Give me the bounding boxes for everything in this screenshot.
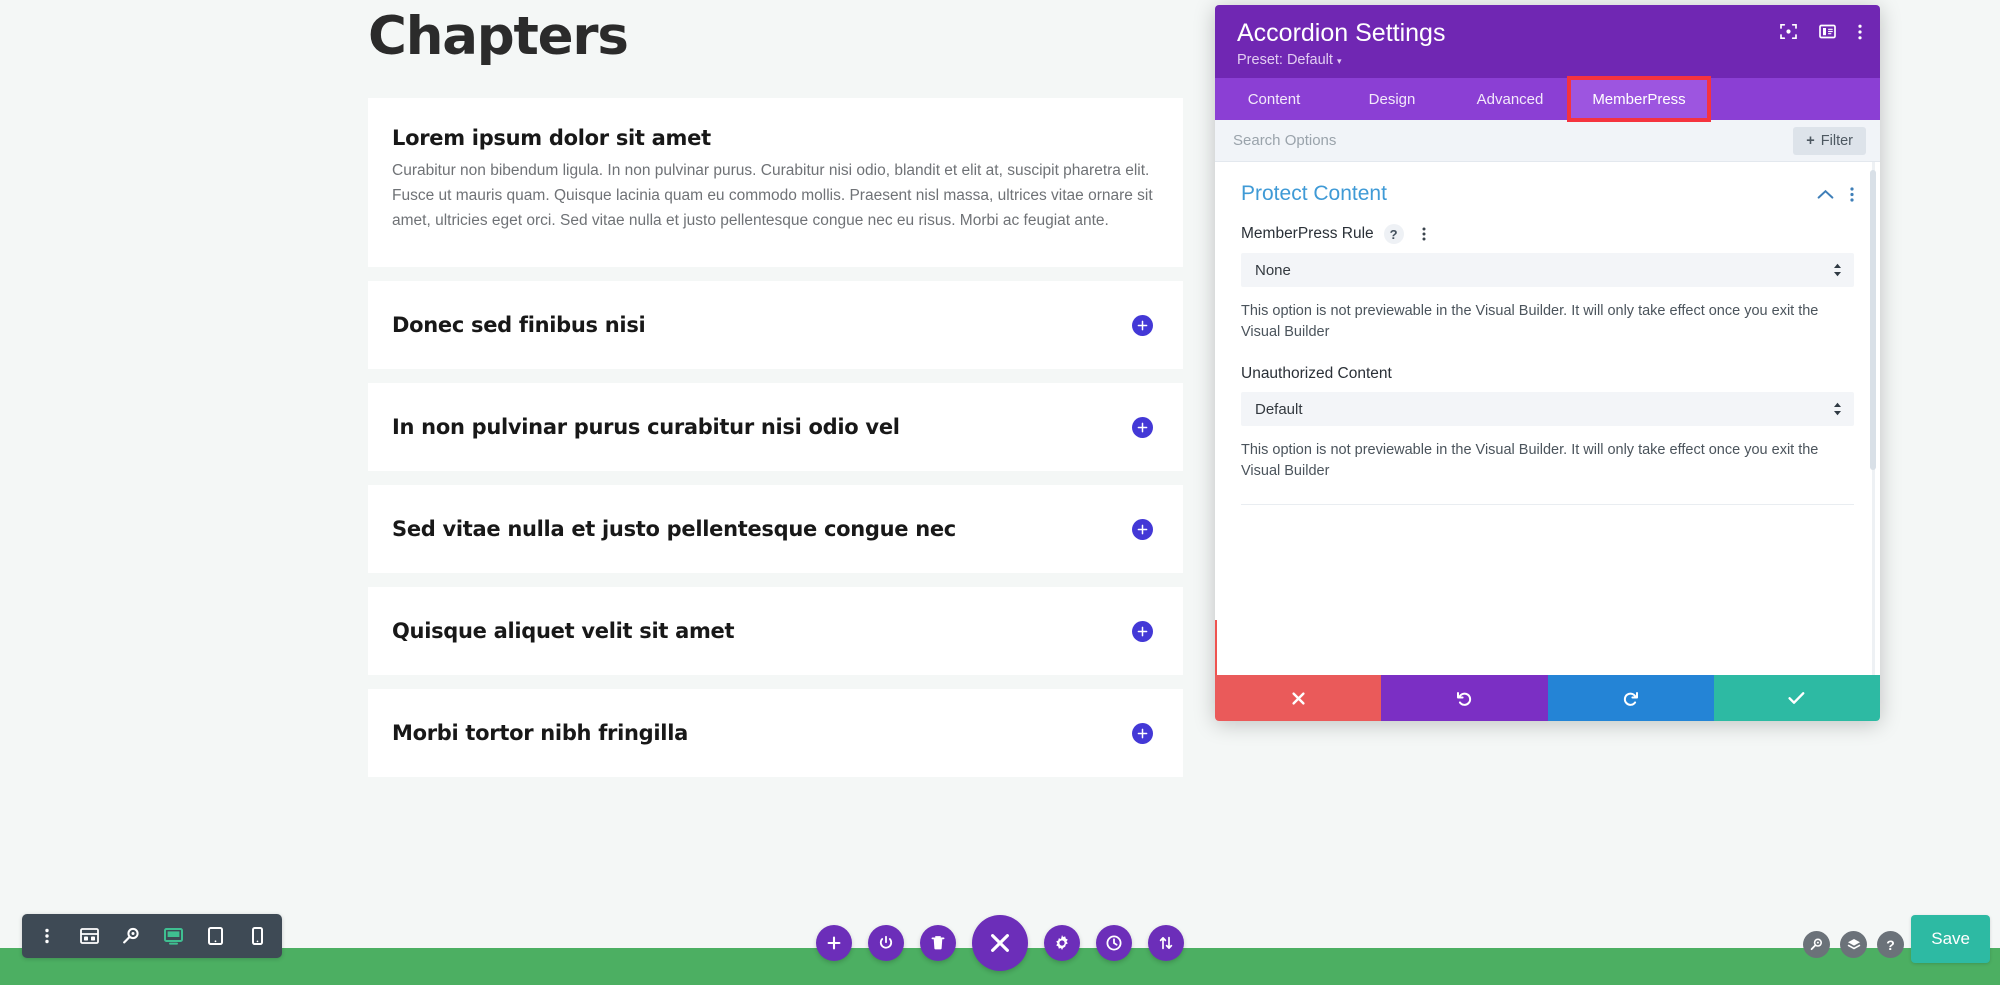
zoom-out-view-icon[interactable] [114,919,148,953]
field-unauthorized-content: Unauthorized Content Default This option… [1241,365,1854,482]
accordion-item[interactable]: Donec sed finibus nisi [368,281,1183,370]
save-settings-button[interactable] [1713,675,1880,721]
section-actions [1817,186,1854,202]
accordion-item-title: Quisque aliquet velit sit amet [392,619,735,644]
accordion-item-header[interactable]: Donec sed finibus nisi [368,281,1183,369]
accordion-module: Lorem ipsum dolor sit amet Curabitur non… [368,98,1183,791]
settings-search-bar: + Filter [1215,120,1880,162]
more-options-icon[interactable] [30,919,64,953]
tablet-view-icon[interactable] [198,919,232,953]
field-label: MemberPress Rule [1241,225,1374,242]
add-icon[interactable] [816,925,852,961]
search-icon[interactable] [1803,931,1830,958]
desktop-view-icon[interactable] [156,919,190,953]
view-mode-toolbar [22,914,282,958]
accordion-item-body: Curabitur non bibendum ligula. In non pu… [392,162,1153,230]
help-icon[interactable]: ? [1383,224,1404,244]
field-label-row: MemberPress Rule ? [1241,224,1854,244]
module-settings-modal: Accordion Settings Preset: Default ▾ Con… [1215,5,1880,721]
screen: Chapters Lorem ipsum dolor sit amet Cura… [0,0,2000,985]
page-title: Chapters [368,6,629,67]
accordion-item-title: Lorem ipsum dolor sit amet [392,126,711,150]
field-help-note: This option is not previewable in the Vi… [1241,303,1819,341]
tab-memberpress[interactable]: MemberPress [1567,76,1711,122]
settings-gear-icon[interactable] [1044,925,1080,961]
accordion-item-header[interactable]: Morbi tortor nibh fringilla [368,689,1183,777]
accordion-expand-plus-icon[interactable] [1132,722,1153,744]
accordion-item-title: Morbi tortor nibh fringilla [392,721,688,746]
settings-tabs: Content Design Advanced MemberPress [1215,76,1880,122]
field-memberpress-rule: MemberPress Rule ? None This option is n… [1241,224,1854,343]
memberpress-rule-select[interactable]: None [1241,253,1854,287]
accordion-item-header[interactable]: Lorem ipsum dolor sit amet [368,98,1183,158]
settings-scroll-area: Protect Content MemberPress Rule ? None … [1215,162,1880,506]
redo-button[interactable] [1547,675,1714,721]
accordion-item-title: Donec sed finibus nisi [392,313,646,338]
accordion-item-header[interactable]: In non pulvinar purus curabitur nisi odi… [368,383,1183,471]
settings-preset-label: Preset: Default [1237,52,1333,68]
accordion-expand-plus-icon[interactable] [1132,620,1153,642]
settings-preset-selector[interactable]: Preset: Default ▾ [1237,52,1858,68]
portability-icon[interactable] [1148,925,1184,961]
field-label-row: Unauthorized Content [1241,365,1854,383]
accordion-item[interactable]: Quisque aliquet velit sit amet [368,587,1183,676]
field-label: Unauthorized Content [1241,365,1392,383]
accordion-expand-plus-icon[interactable] [1132,314,1153,336]
history-clock-icon[interactable] [1096,925,1132,961]
wireframe-view-icon[interactable] [72,919,106,953]
accordion-item-title: Sed vitae nulla et justo pellentesque co… [392,517,956,542]
settings-action-bar [1215,675,1880,721]
accordion-item[interactable]: Morbi tortor nibh fringilla [368,689,1183,778]
unauthorized-content-select-wrap: Default [1241,392,1854,427]
save-button[interactable]: Save [1911,915,1990,963]
settings-header: Accordion Settings Preset: Default ▾ [1215,5,1880,78]
builder-utility-toolbar: ? [1803,931,1904,958]
section-title: Protect Content [1241,182,1387,205]
settings-body: Protect Content MemberPress Rule ? None … [1215,162,1880,675]
accordion-item-header[interactable]: Quisque aliquet velit sit amet [368,587,1183,675]
accordion-item[interactable]: In non pulvinar purus curabitur nisi odi… [368,383,1183,472]
visual-builder-preview: Chapters Lorem ipsum dolor sit amet Cura… [0,0,1215,985]
settings-header-actions [1780,23,1862,40]
tab-advanced[interactable]: Advanced [1451,78,1569,120]
builder-main-toolbar [816,915,1184,971]
layers-icon[interactable] [1840,931,1867,958]
section-divider [1241,504,1854,506]
memberpress-rule-select-wrap: None [1241,253,1854,287]
trash-icon[interactable] [920,925,956,961]
field-more-options-icon[interactable] [1414,224,1434,244]
tab-content[interactable]: Content [1215,78,1333,120]
phone-view-icon[interactable] [240,919,274,953]
accordion-expand-plus-icon[interactable] [1132,518,1153,540]
tab-design[interactable]: Design [1333,78,1451,120]
cancel-button[interactable] [1215,675,1382,721]
left-edge-marker [1215,620,1217,675]
focus-mode-icon[interactable] [1780,23,1797,40]
accordion-item[interactable]: Sed vitae nulla et justo pellentesque co… [368,485,1183,574]
undo-button[interactable] [1381,675,1548,721]
plus-icon: + [1806,132,1815,149]
settings-title: Accordion Settings [1237,19,1446,47]
panel-layout-icon[interactable] [1819,23,1836,40]
more-options-icon[interactable] [1858,24,1862,40]
filter-button[interactable]: + Filter [1793,126,1866,155]
accordion-item-header[interactable]: Sed vitae nulla et justo pellentesque co… [368,485,1183,573]
scrollbar-thumb[interactable] [1870,170,1876,470]
unauthorized-content-select[interactable]: Default [1241,392,1854,427]
close-builder-icon[interactable] [972,915,1028,971]
accordion-expand-plus-icon[interactable] [1132,416,1153,438]
chevron-up-icon[interactable] [1817,189,1834,200]
section-header-protect-content: Protect Content [1241,182,1854,206]
accordion-item-title: In non pulvinar purus curabitur nisi odi… [392,415,900,440]
filter-label: Filter [1820,132,1853,149]
power-icon[interactable] [868,925,904,961]
accordion-item[interactable]: Lorem ipsum dolor sit amet Curabitur non… [368,98,1183,268]
section-more-options-icon[interactable] [1850,186,1854,202]
search-input[interactable] [1233,132,1677,149]
help-icon[interactable]: ? [1877,931,1904,958]
field-help-note: This option is not previewable in the Vi… [1241,442,1819,480]
chevron-down-icon: ▾ [1336,56,1342,66]
